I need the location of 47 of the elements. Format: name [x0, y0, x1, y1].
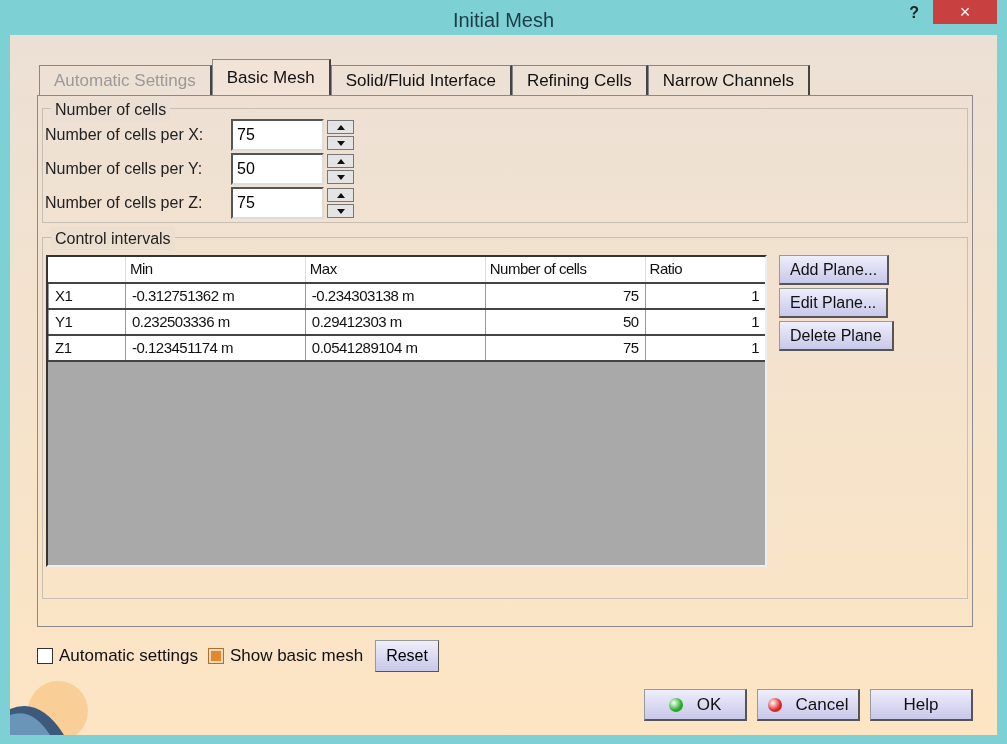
column-header: Max: [305, 257, 486, 283]
table-cell: 75: [485, 283, 646, 309]
tab[interactable]: Solid/Fluid Interface: [330, 65, 512, 95]
table-cell: -0.234303138 m: [305, 283, 486, 309]
table-cell: Z1: [48, 335, 126, 361]
spin-buttons[interactable]: [327, 120, 354, 150]
window-title: Initial Mesh: [452, 8, 555, 33]
field-label: Number of cells per X:: [45, 125, 205, 145]
table-cell: 1: [645, 283, 765, 309]
number-field[interactable]: 75: [231, 119, 324, 151]
tab[interactable]: Narrow Channels: [647, 65, 811, 95]
number-field[interactable]: 75: [231, 187, 324, 219]
table-cell: 0.232503336 m: [125, 309, 306, 335]
group-title: Control intervals: [51, 227, 175, 251]
tab[interactable]: Refining Cells: [511, 65, 648, 95]
tab[interactable]: Basic Mesh: [211, 59, 331, 95]
help-button[interactable]: ?: [909, 1, 919, 25]
table-cell: 0.0541289104 m: [305, 335, 486, 361]
reset-button[interactable]: Reset: [375, 640, 439, 672]
table-cell: Y1: [48, 309, 126, 335]
column-header: Ratio: [645, 257, 765, 283]
checkbox-label: Show basic mesh: [229, 645, 364, 668]
table-cell: 50: [485, 309, 646, 335]
cancel-button[interactable]: Cancel: [757, 689, 860, 721]
column-header: Min: [125, 257, 306, 283]
checkbox-label: Automatic settings: [59, 645, 198, 668]
plain-button[interactable]: Help: [870, 689, 973, 721]
table-cell: -0.123451174 m: [125, 335, 306, 361]
checkbox[interactable]: [207, 648, 224, 664]
table-cell: 0.29412303 m: [305, 309, 486, 335]
spin-buttons[interactable]: [327, 154, 354, 184]
table-cell: X1: [48, 283, 126, 309]
plane-button[interactable]: Delete Plane: [779, 321, 894, 351]
ok-button[interactable]: OK: [644, 689, 747, 721]
plane-button[interactable]: Edit Plane...: [779, 288, 889, 318]
column-header: Number of cells: [485, 257, 646, 283]
number-field[interactable]: 50: [231, 153, 324, 185]
table-cell: -0.312751362 m: [125, 283, 306, 309]
table-cell: 1: [645, 335, 765, 361]
checkbox[interactable]: [37, 648, 53, 664]
spin-buttons[interactable]: [327, 188, 354, 218]
close-button[interactable]: ×: [933, 0, 997, 24]
table-cell: 1: [645, 309, 765, 335]
field-label: Number of cells per Z:: [45, 193, 204, 213]
plane-button[interactable]: Add Plane...: [779, 255, 890, 285]
table-cell: 75: [485, 335, 646, 361]
field-label: Number of cells per Y:: [45, 159, 204, 179]
